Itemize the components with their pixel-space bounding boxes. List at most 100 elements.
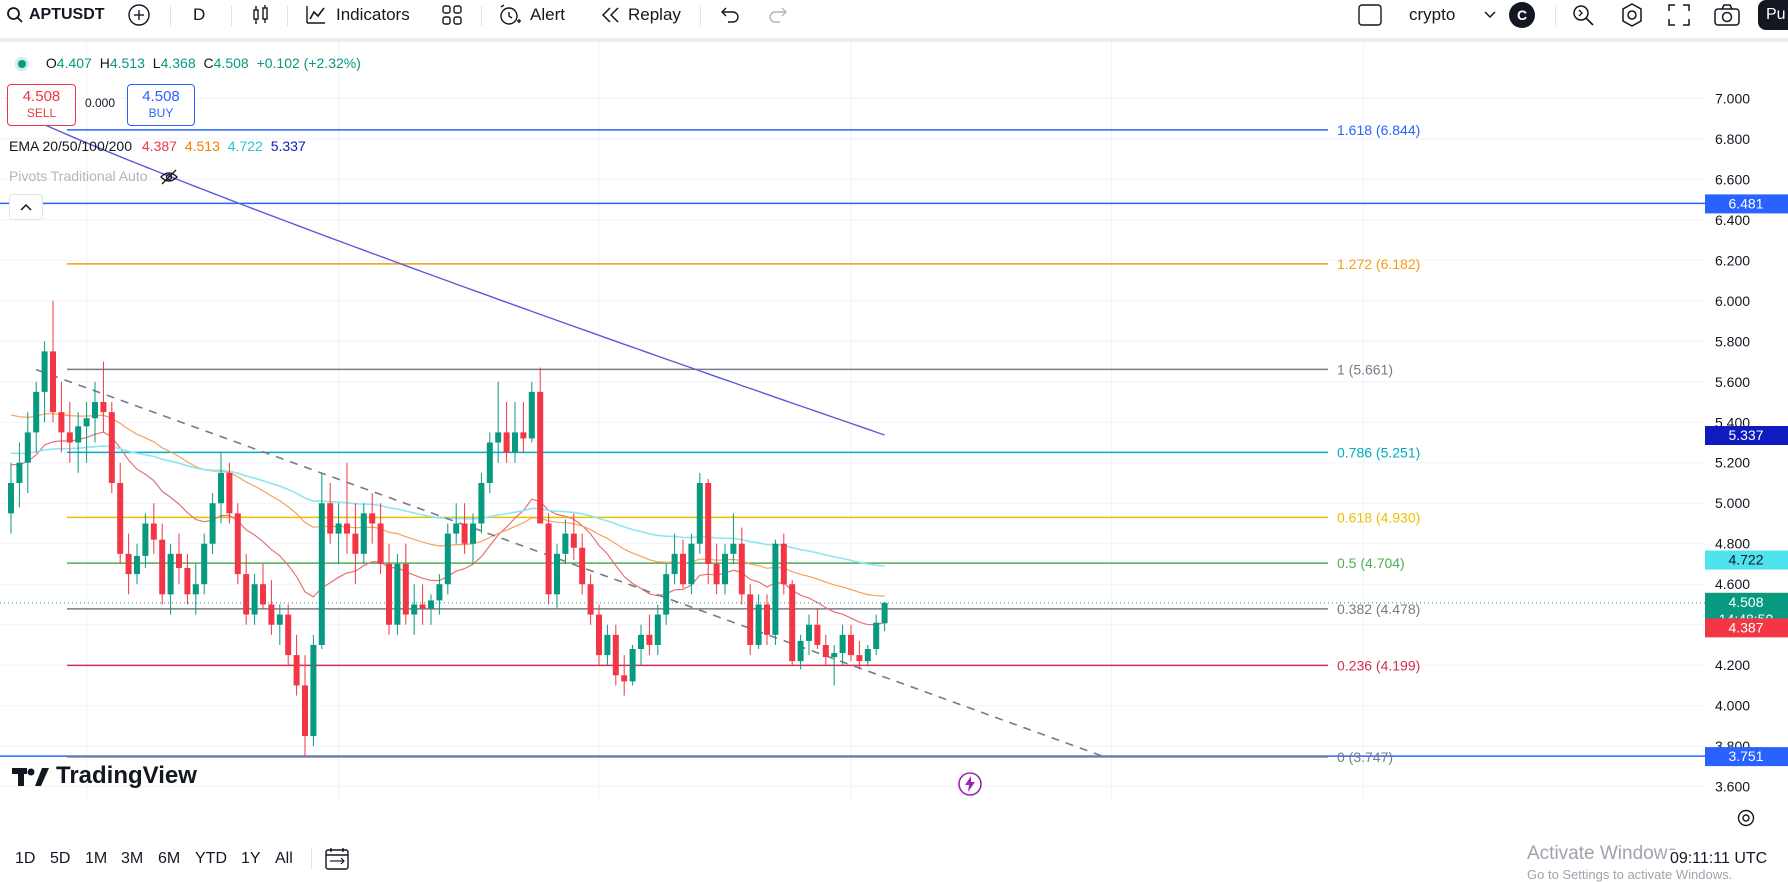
fullscreen-button[interactable] xyxy=(1667,0,1691,30)
quick-search-button[interactable] xyxy=(1570,0,1596,30)
interval-button[interactable]: D xyxy=(193,0,205,30)
candle-body xyxy=(201,543,208,585)
candle-body xyxy=(344,523,350,534)
symbol-search[interactable]: APTUSDT xyxy=(6,0,105,30)
replay-label: Replay xyxy=(628,5,681,24)
price-axis[interactable]: 7.000 6.800 6.600 6.400 6.200 6.000 5.800 5.600… xyxy=(1705,42,1788,812)
snapshot-button[interactable] xyxy=(1713,0,1741,30)
price-tick-label: 6.200 xyxy=(1715,252,1750,268)
layout-badge[interactable]: C xyxy=(1509,0,1535,30)
price-tick-label: 5.200 xyxy=(1715,455,1750,471)
price-tick-label: 4.000 xyxy=(1715,698,1750,714)
candle xyxy=(184,553,191,605)
chart-type-button[interactable] xyxy=(250,0,272,30)
candle xyxy=(680,539,686,589)
tradingview-logo-icon xyxy=(12,768,49,786)
candle xyxy=(486,432,493,494)
fib-level-label: 1.272 (6.182) xyxy=(1337,256,1420,272)
redo-button[interactable] xyxy=(766,0,790,30)
range-6m-button[interactable]: 6M xyxy=(158,850,180,868)
pivots-legend[interactable]: Pivots Traditional Auto xyxy=(9,168,179,185)
rewind-icon xyxy=(601,7,619,23)
candle xyxy=(587,574,594,625)
indicator-templates-button[interactable] xyxy=(441,0,463,30)
time-axis-label: Sep xyxy=(586,810,613,812)
collapse-legend-button[interactable] xyxy=(9,194,43,220)
clock[interactable]: 09:11:11 UTC xyxy=(1668,850,1768,868)
publish-button[interactable]: Pu xyxy=(1758,0,1788,30)
candle-body xyxy=(831,653,838,658)
range-all-button[interactable]: All xyxy=(275,850,293,868)
pivot-line xyxy=(0,202,1705,757)
compare-add-symbol-button[interactable] xyxy=(127,0,151,30)
candle xyxy=(713,543,720,595)
candle-body xyxy=(92,402,98,419)
symbol-name: APTUSDT xyxy=(29,6,105,23)
chart-properties-button[interactable] xyxy=(1736,808,1756,833)
settings-button[interactable] xyxy=(1619,0,1645,30)
fib-level-label: 0.5 (4.704) xyxy=(1337,555,1405,571)
candle xyxy=(58,381,65,453)
candle xyxy=(419,584,426,625)
range-5d-button[interactable]: 5D xyxy=(50,850,70,868)
select-layout-button[interactable] xyxy=(1358,0,1382,30)
candle xyxy=(444,523,451,595)
candle-body xyxy=(108,412,115,483)
eye-off-icon[interactable] xyxy=(159,169,179,185)
buy-button[interactable]: 4.508 BUY xyxy=(127,84,195,126)
sell-button[interactable]: 4.508 SELL xyxy=(7,84,76,126)
time-axis-label: Nov xyxy=(1098,810,1125,812)
candle-body xyxy=(159,539,166,595)
alarm-clock-icon xyxy=(500,4,521,25)
range-ytd-button[interactable]: YTD xyxy=(195,850,227,868)
close-label: C xyxy=(203,55,214,71)
ema-200-line xyxy=(10,107,885,436)
tradingview-logo[interactable]: TradingView xyxy=(12,762,197,790)
indicators-button[interactable]: Indicators xyxy=(304,0,410,30)
candle xyxy=(251,574,258,625)
candle xyxy=(596,604,602,666)
candle-body xyxy=(806,624,812,641)
news-flash-button[interactable] xyxy=(957,771,983,802)
undo-button[interactable] xyxy=(718,0,742,30)
range-3m-button[interactable]: 3M xyxy=(121,850,143,868)
fib-level-label: 0.786 (5.251) xyxy=(1337,444,1420,460)
chart-pane[interactable]: 1.618 (6.844) 1.272 (6.182) 1 (5.661) 0.786… xyxy=(0,42,1705,812)
candle xyxy=(394,553,401,635)
range-1y-button[interactable]: 1Y xyxy=(241,850,261,868)
candle xyxy=(344,462,350,554)
candle-body xyxy=(360,513,367,554)
fib-retracement[interactable]: 1.618 (6.844) 1.272 (6.182) 1 (5.661) 0.786… xyxy=(67,122,1420,765)
candle-body xyxy=(848,634,854,656)
low-label: L xyxy=(152,55,161,71)
candle-body xyxy=(587,584,594,615)
candle-body xyxy=(402,563,409,615)
candle-body xyxy=(596,614,602,656)
date-range-button[interactable] xyxy=(324,847,350,876)
open-value: 4.407 xyxy=(56,55,92,71)
layout-name-menu[interactable]: crypto xyxy=(1409,0,1496,30)
price-tick-label: 5.800 xyxy=(1715,333,1750,349)
chevron-up-icon xyxy=(20,203,32,211)
candle xyxy=(134,543,140,585)
price-badge-value: 5.337 xyxy=(1728,427,1763,443)
range-1m-button[interactable]: 1M xyxy=(85,850,107,868)
candle xyxy=(654,604,661,656)
ema-legend[interactable]: EMA 20/50/100/200 4.387 4.513 4.722 5.33… xyxy=(9,138,306,154)
price-tick-label: 6.400 xyxy=(1715,212,1750,228)
replay-button[interactable]: Replay xyxy=(600,0,681,30)
range-1d-button[interactable]: 1D xyxy=(15,850,35,868)
alert-button[interactable]: Alert xyxy=(498,0,565,30)
candle-body xyxy=(386,563,392,625)
candle-body xyxy=(24,432,31,463)
price-tick-label: 4.800 xyxy=(1715,536,1750,552)
candle xyxy=(453,503,460,544)
time-axis[interactable]: JunJulAugSepOctNovDec xyxy=(0,810,1377,812)
candle-body xyxy=(495,432,502,443)
candle-body xyxy=(545,523,552,595)
candle-body xyxy=(293,655,300,686)
candle-body xyxy=(50,351,56,413)
candle-body xyxy=(268,604,275,625)
candle-body xyxy=(394,563,401,625)
candle-body xyxy=(327,503,334,534)
